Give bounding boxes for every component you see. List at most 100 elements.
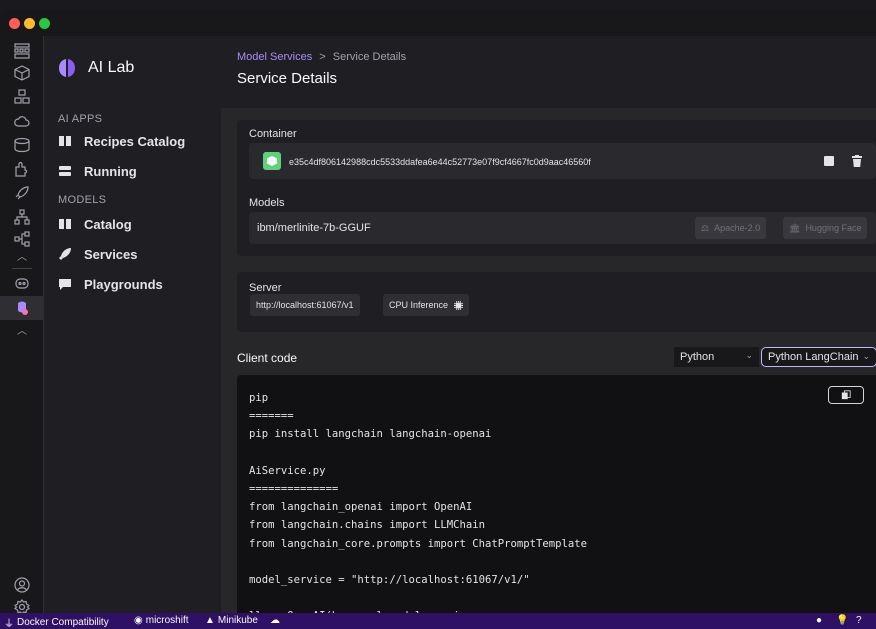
warning-triangle-icon: ▲ [205, 615, 215, 626]
page-title: Service Details [237, 70, 338, 87]
divider [12, 268, 32, 269]
breadcrumb-current: Service Details [332, 51, 407, 63]
app-name: AI Lab [88, 59, 135, 76]
cloud-icon[interactable] [12, 112, 32, 132]
code-text: pip ======= pip install langchain langch… [249, 392, 588, 613]
status-label: microshift [145, 615, 189, 626]
chat-icon [59, 279, 71, 290]
flow-icon[interactable] [12, 230, 32, 250]
status-chat[interactable]: ● [816, 615, 825, 626]
status-minikube[interactable]: ▲ Minikube [205, 615, 258, 626]
language-value: Python [680, 351, 715, 363]
container-id: e35c4df806142988cdc5533ddafea6e44c52773e… [289, 157, 591, 167]
cloud-icon: ☁ [270, 615, 280, 626]
language-select[interactable]: Python ⌄ [674, 347, 759, 367]
sidebar-item-recipes-catalog[interactable]: Recipes Catalog [58, 130, 185, 152]
container-icon [263, 152, 281, 170]
registry-badge: 🏛 Hugging Face [783, 217, 868, 239]
sidebar-item-playgrounds[interactable]: Playgrounds [58, 273, 163, 295]
license-text: Apache-2.0 [714, 223, 761, 233]
sidebar-item-label: Services [84, 246, 138, 262]
breadcrumb-separator: > [319, 51, 326, 63]
ai-lab-extension-icon[interactable] [0, 296, 44, 320]
server-icon [59, 166, 71, 176]
breadcrumb-link-model-services[interactable]: Model Services [237, 51, 312, 63]
plug-icon: ⏚ [4, 619, 14, 629]
client-code-label: Client code [237, 351, 298, 365]
container-row: e35c4df806142988cdc5533ddafea6e44c52773e… [249, 143, 876, 179]
framework-value: Python LangChain [768, 351, 859, 363]
microshift-icon: ◉ [134, 615, 143, 626]
server-label: Server [249, 282, 282, 294]
status-kube-context[interactable]: ☁ [270, 615, 283, 626]
book-icon [59, 136, 71, 146]
framework-select[interactable]: Python LangChain ⌄ [761, 347, 876, 367]
minimize-window-button[interactable] [24, 18, 35, 29]
icon-navigation: ︿ ︿ [0, 36, 44, 615]
sidebar-item-label: Playgrounds [84, 276, 163, 292]
status-help[interactable]: ? [856, 615, 865, 626]
chevron-down-icon: ⌄ [862, 351, 870, 361]
section-label-ai-apps: AI APPS [58, 113, 103, 125]
chip-icon [454, 300, 464, 310]
lightbulb-icon: 💡 [836, 615, 849, 626]
title-bar [0, 10, 876, 36]
bank-icon: 🏛 [789, 222, 801, 233]
status-bar: ⏚ Docker Compatibility ◉ microshift ▲ Mi… [0, 613, 876, 629]
server-card: Server http://localhost:61067/v1 CPU Inf… [237, 272, 876, 332]
chevron-up-icon[interactable]: ︿ [12, 248, 32, 268]
registry-text: Hugging Face [805, 223, 862, 233]
code-block: pip ======= pip install langchain langch… [237, 375, 876, 613]
volumes-icon[interactable] [12, 136, 32, 156]
status-label: Docker Compatibility [17, 617, 109, 628]
license-badge: ⚖ Apache-2.0 [695, 217, 767, 239]
status-microshift[interactable]: ◉ microshift [134, 615, 189, 626]
zoom-window-button[interactable] [39, 18, 50, 29]
ai-lab-logo-icon [59, 59, 75, 77]
sidebar-item-services[interactable]: Services [58, 243, 138, 265]
model-row: ibm/merlinite-7b-GGUF ⚖ Apache-2.0 🏛 Hug… [249, 212, 876, 244]
network-icon[interactable] [12, 208, 32, 228]
status-label: Minikube [217, 615, 258, 626]
breadcrumb: Model Services > Service Details [237, 51, 406, 63]
sidebar-item-label: Running [84, 163, 137, 179]
service-details-card: Container e35c4df806142988cdc5533ddafea6… [237, 120, 876, 256]
ai-lab-sidebar: AI Lab AI APPS Recipes Catalog Running M… [44, 36, 221, 613]
models-label: Models [249, 197, 285, 209]
help-icon: ? [856, 615, 862, 626]
status-docker-compat[interactable]: ⏚ Docker Compatibility [4, 615, 109, 629]
delete-trash-icon[interactable] [851, 155, 863, 167]
server-url[interactable]: http://localhost:61067/v1 [250, 294, 360, 316]
copy-icon [841, 390, 851, 400]
main-content: Model Services > Service Details Service… [221, 36, 876, 613]
rocket-icon [59, 248, 71, 260]
pods-icon[interactable] [12, 88, 32, 108]
dashboard-icon[interactable] [12, 42, 32, 62]
model-name: ibm/merlinite-7b-GGUF [257, 222, 371, 234]
book-icon [59, 219, 71, 229]
sidebar-item-catalog[interactable]: Catalog [58, 213, 132, 235]
sidebar-item-label: Catalog [84, 216, 132, 232]
robot-icon[interactable] [12, 274, 32, 294]
container-label: Container [249, 128, 297, 140]
close-window-button[interactable] [9, 18, 20, 29]
sidebar-item-running[interactable]: Running [58, 160, 137, 182]
brand: AI Lab [58, 56, 134, 80]
account-icon[interactable] [12, 576, 32, 596]
containers-icon[interactable] [12, 64, 32, 84]
copy-button[interactable] [828, 386, 864, 404]
sidebar-item-label: Recipes Catalog [84, 133, 186, 149]
stop-icon[interactable] [823, 155, 835, 167]
chat-icon: ● [816, 615, 823, 626]
status-tips[interactable]: 💡 [836, 615, 851, 626]
deploy-icon[interactable] [12, 184, 32, 204]
chevron-down-icon: ⌄ [745, 350, 753, 360]
inference-badge: CPU Inference [383, 294, 470, 316]
extensions-icon[interactable] [12, 160, 32, 180]
inference-text: CPU Inference [389, 300, 449, 310]
app-window: ︿ ︿ AI Lab AI APPS Recipes Catalog Runni… [0, 10, 876, 629]
scale-icon: ⚖ [701, 222, 710, 233]
chevron-up-icon[interactable]: ︿ [12, 322, 32, 342]
section-label-models: MODELS [58, 194, 107, 206]
page-header: Model Services > Service Details Service… [221, 36, 876, 108]
